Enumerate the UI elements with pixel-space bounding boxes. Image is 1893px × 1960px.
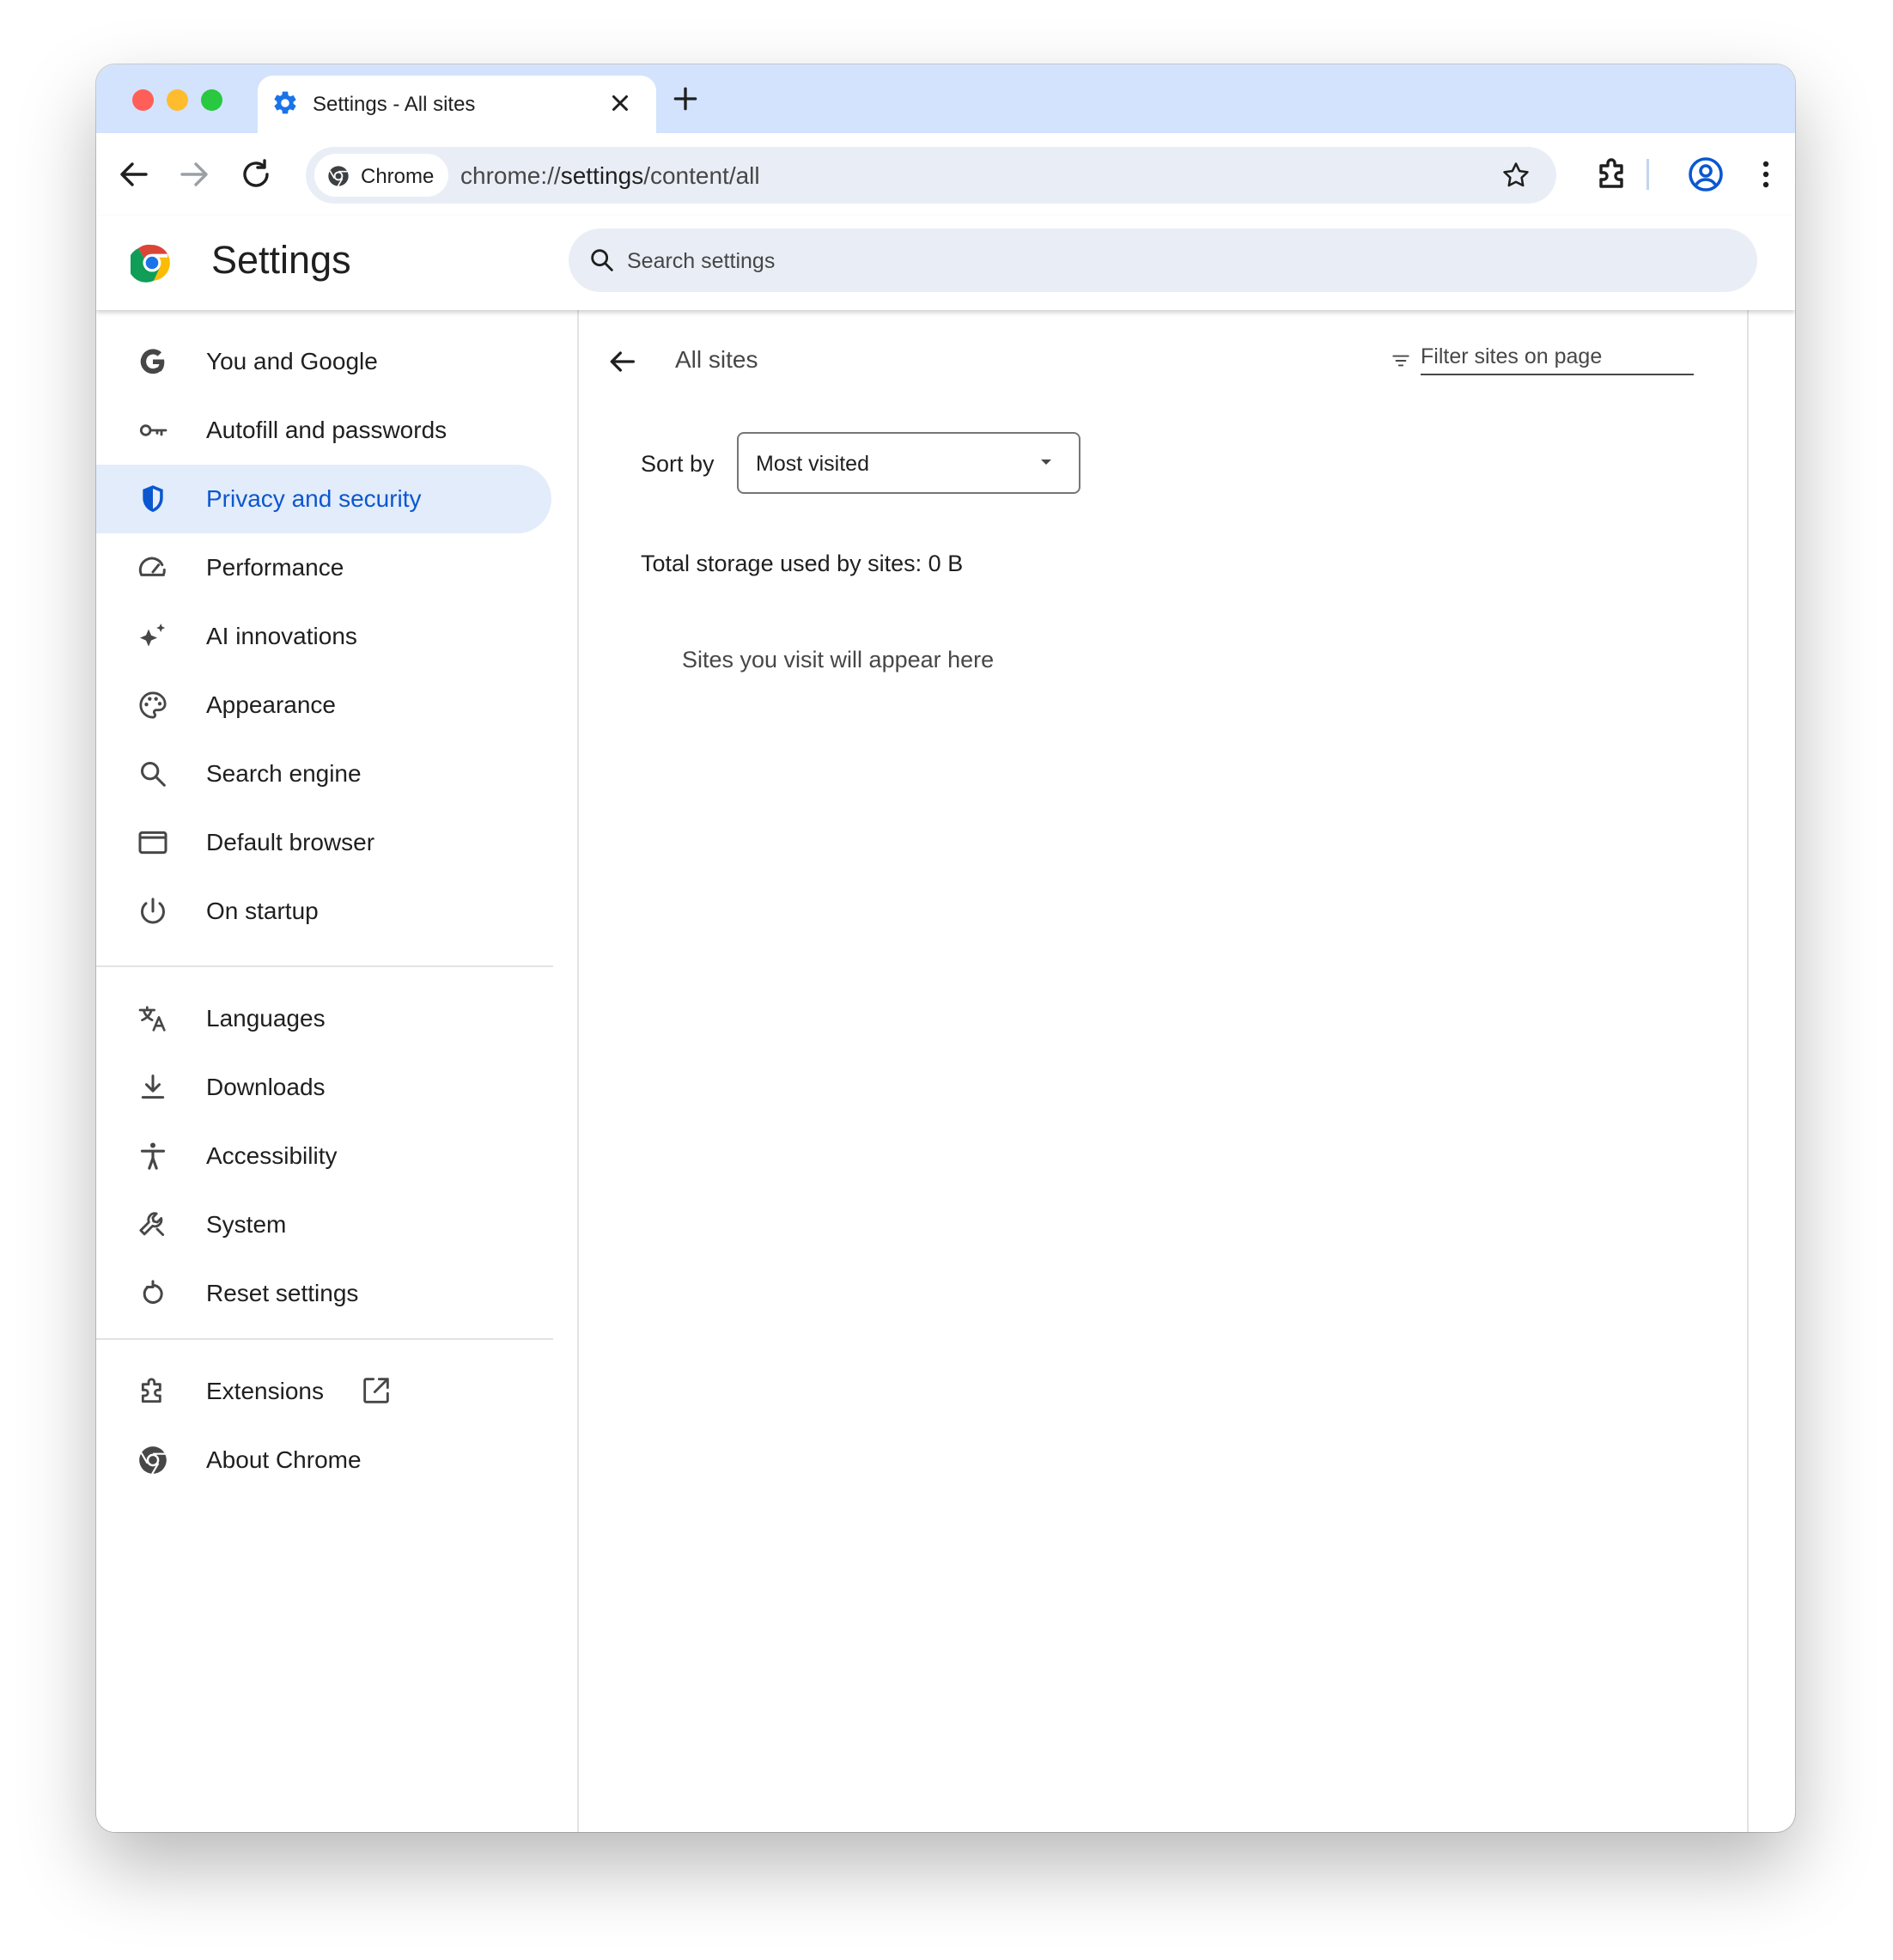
sidebar-item-privacy[interactable]: Privacy and security: [96, 465, 551, 533]
toolbar-separator: [1646, 159, 1649, 190]
profile-icon[interactable]: [1685, 154, 1726, 195]
chrome-logo-icon: [328, 166, 349, 187]
sidebar-item-label: Languages: [206, 1005, 326, 1032]
sidebar-item-label: Autofill and passwords: [206, 417, 447, 443]
close-tab-icon[interactable]: [605, 88, 636, 119]
new-tab-icon[interactable]: [668, 82, 703, 116]
chrome-logo-icon: [131, 244, 170, 283]
sidebar-item-you-and-google[interactable]: You and Google: [96, 327, 551, 396]
sidebar-item-default-browser[interactable]: Default browser: [96, 808, 551, 877]
sidebar-item-system[interactable]: System: [96, 1190, 551, 1259]
sidebar-item-search-engine[interactable]: Search engine: [96, 740, 551, 808]
sidebar-item-ai-innovations[interactable]: AI innovations: [96, 602, 551, 671]
puzzle-icon: [141, 1378, 161, 1403]
search-icon: [591, 249, 613, 271]
settings-header: Settings: [96, 216, 1795, 310]
settings-sidebar: You and Google Autofill and passwords Pr…: [96, 310, 577, 1832]
sidebar-item-autofill[interactable]: Autofill and passwords: [96, 396, 551, 465]
page-title: All sites: [675, 346, 758, 373]
sidebar-item-on-startup[interactable]: On startup: [96, 877, 551, 946]
browser-window: Settings - All sites Chrome chrome://set…: [96, 64, 1795, 1832]
search-settings-box[interactable]: [569, 228, 1757, 292]
all-sites-card: All sites Sort by Most visited Total sto…: [577, 310, 1749, 1832]
tab-title: Settings - All sites: [313, 93, 476, 116]
wrench-icon: [139, 1212, 165, 1237]
more-menu-icon[interactable]: [1745, 154, 1786, 195]
sidebar-item-label: AI innovations: [206, 623, 357, 649]
sidebar-item-about-chrome[interactable]: About Chrome: [96, 1426, 551, 1494]
tab-settings[interactable]: Settings - All sites: [258, 76, 656, 133]
settings-title: Settings: [211, 238, 351, 282]
url-text[interactable]: chrome://settings/content/all: [460, 162, 760, 190]
reset-icon: [143, 1280, 163, 1304]
sidebar-item-label: Downloads: [206, 1074, 326, 1100]
sidebar-divider: [96, 965, 553, 967]
sidebar-item-label: Extensions: [206, 1378, 324, 1404]
filter-sites-field[interactable]: [1390, 339, 1695, 382]
browser-toolbar: Chrome chrome://settings/content/all: [96, 133, 1795, 217]
reload-icon[interactable]: [235, 154, 277, 195]
sidebar-item-label: Search engine: [206, 760, 362, 787]
site-info-chip[interactable]: Chrome: [314, 154, 448, 197]
shield-icon: [143, 485, 163, 512]
sidebar-item-performance[interactable]: Performance: [96, 533, 551, 602]
open-in-new-icon: [363, 1378, 389, 1403]
sidebar-item-appearance[interactable]: Appearance: [96, 671, 551, 740]
total-storage-text: Total storage used by sites: 0 B: [641, 551, 964, 576]
sidebar-item-label: Appearance: [206, 691, 337, 718]
dropdown-arrow-icon: [1041, 460, 1051, 465]
power-icon: [141, 898, 165, 924]
sidebar-item-reset-settings[interactable]: Reset settings: [96, 1259, 551, 1328]
download-icon: [141, 1074, 165, 1099]
maximize-window-button[interactable]: [201, 89, 222, 111]
palette-icon: [139, 691, 167, 719]
sidebar-item-label: System: [206, 1211, 287, 1238]
sidebar-item-downloads[interactable]: Downloads: [96, 1053, 551, 1122]
filter-icon: [1392, 355, 1409, 367]
search-input[interactable]: [625, 244, 1728, 278]
sidebar-item-label: You and Google: [206, 348, 378, 374]
minimize-window-button[interactable]: [167, 89, 188, 111]
sidebar-item-label: Performance: [206, 554, 344, 581]
back-icon[interactable]: [113, 154, 155, 195]
sidebar-item-extensions[interactable]: Extensions: [96, 1357, 551, 1426]
tab-strip: Settings - All sites: [96, 64, 1795, 133]
chrome-logo-icon: [139, 1446, 167, 1475]
sidebar-item-label: Reset settings: [206, 1280, 359, 1306]
accessibility-icon: [140, 1142, 166, 1170]
sort-by-value: Most visited: [756, 452, 869, 476]
speedometer-icon: [138, 557, 166, 576]
sidebar-item-languages[interactable]: Languages: [96, 984, 551, 1053]
sidebar-item-label: Privacy and security: [206, 485, 422, 512]
filter-sites-input[interactable]: [1421, 339, 1694, 375]
sort-by-select[interactable]: Most visited: [737, 432, 1080, 494]
sidebar-item-label: On startup: [206, 898, 319, 924]
sidebar-item-label: Accessibility: [206, 1142, 338, 1169]
back-arrow-icon[interactable]: [605, 344, 639, 379]
sidebar-item-accessibility[interactable]: Accessibility: [96, 1122, 551, 1190]
browser-window-icon: [138, 831, 167, 855]
google-g-icon: [140, 349, 165, 374]
close-window-button[interactable]: [132, 89, 154, 111]
search-icon: [141, 762, 166, 787]
key-icon: [139, 424, 167, 436]
sidebar-item-label: Default browser: [206, 829, 375, 855]
bookmark-star-icon[interactable]: [1500, 159, 1532, 192]
extensions-icon[interactable]: [1592, 154, 1634, 195]
sparkle-icon: [140, 624, 166, 647]
chip-label: Chrome: [361, 165, 435, 188]
address-bar[interactable]: Chrome chrome://settings/content/all: [306, 147, 1556, 204]
gear-icon: [274, 91, 296, 114]
sidebar-divider: [96, 1338, 553, 1340]
translate-icon: [138, 1006, 166, 1032]
sort-by-label: Sort by: [641, 451, 715, 477]
sidebar-item-label: About Chrome: [206, 1446, 362, 1473]
empty-state-text: Sites you visit will appear here: [682, 647, 995, 673]
forward-icon[interactable]: [173, 154, 215, 195]
